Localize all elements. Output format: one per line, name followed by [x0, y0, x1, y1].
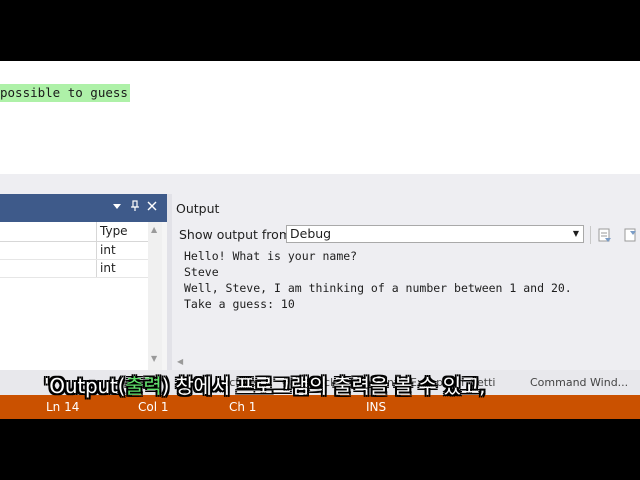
output-horizontal-scrollbar[interactable]: ◀ — [172, 354, 640, 370]
locals-title-bar — [0, 194, 167, 222]
next-message-icon — [624, 228, 636, 242]
chevron-down-icon: ▼ — [572, 229, 579, 238]
scroll-down-icon[interactable]: ▼ — [151, 354, 157, 363]
code-line-highlighted: possible to guess — [0, 84, 130, 102]
find-message-button[interactable] — [596, 225, 614, 245]
scroll-left-icon[interactable]: ◀ — [177, 357, 183, 366]
letterbox-top — [0, 0, 640, 61]
output-panel: Output Show output from: Debug ▼ Hello! … — [172, 194, 640, 370]
editor-panel-divider — [0, 174, 640, 194]
output-title: Output — [176, 201, 220, 216]
output-line: Steve — [184, 265, 219, 279]
locals-vertical-scrollbar[interactable]: ▲ ▼ — [148, 222, 162, 370]
column-header-type[interactable]: Type — [96, 222, 148, 241]
toolbar-separator — [590, 226, 591, 244]
subtitle-text-1: 'Output( — [44, 374, 126, 398]
video-subtitle: 'Output(출력) 창에서 프로그램의 출력을 볼 수 있고, — [44, 372, 604, 400]
pin-icon[interactable] — [128, 200, 142, 214]
locals-row[interactable]: int — [0, 242, 148, 260]
output-line: Hello! What is your name? — [184, 249, 358, 263]
find-message-icon — [598, 228, 611, 242]
subtitle-highlight: 출력 — [125, 374, 162, 398]
code-editor[interactable]: possible to guess — [0, 61, 640, 174]
output-text-area[interactable]: Hello! What is your name? Steve Well, St… — [172, 248, 640, 354]
show-output-from-label: Show output from: — [179, 227, 296, 242]
triangle-down-icon[interactable] — [110, 200, 124, 214]
scroll-up-icon[interactable]: ▲ — [151, 225, 157, 234]
output-line: Well, Steve, I am thinking of a number b… — [184, 281, 572, 295]
locals-cell-type: int — [96, 242, 148, 259]
locals-row[interactable]: int — [0, 260, 148, 278]
output-line: Take a guess: 10 — [184, 297, 295, 311]
output-toolbar: Show output from: Debug ▼ — [172, 222, 640, 248]
next-message-button[interactable] — [622, 225, 640, 245]
letterbox-bottom — [0, 419, 640, 480]
output-source-dropdown[interactable]: Debug ▼ — [286, 225, 584, 243]
subtitle-text-2: ) 창에서 프로그램의 출력을 볼 수 있고, — [161, 374, 486, 398]
locals-panel: Type int int ▲ ▼ — [0, 194, 167, 370]
output-source-value: Debug — [290, 226, 332, 241]
locals-grid-header: Type — [0, 222, 148, 242]
locals-cell-type: int — [96, 260, 148, 277]
locals-grid: Type int int — [0, 222, 148, 370]
close-icon[interactable] — [145, 200, 159, 214]
